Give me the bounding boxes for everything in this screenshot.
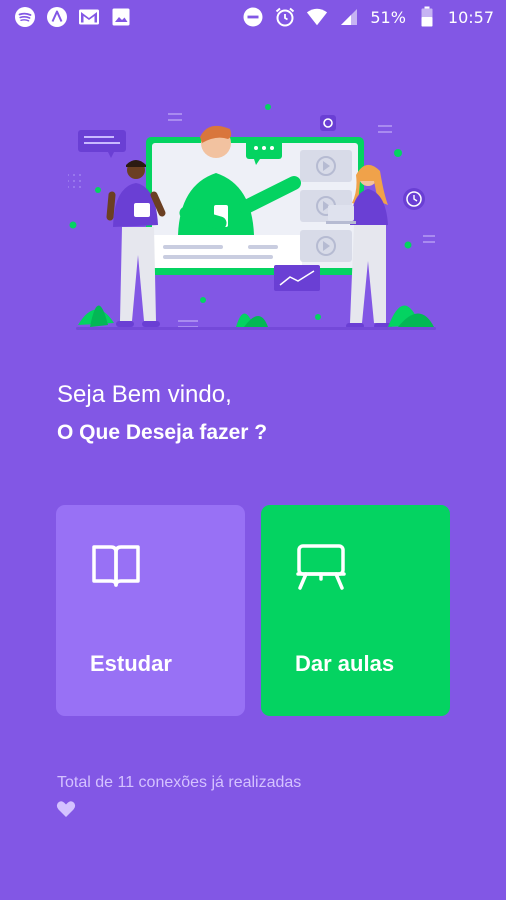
welcome-question: O Que Deseja fazer ?: [57, 421, 268, 444]
battery-icon: [416, 6, 438, 28]
alarm-icon: [274, 6, 296, 28]
image-icon: [110, 6, 132, 28]
wifi-icon: [306, 6, 328, 28]
navigation-app-icon: [46, 6, 68, 28]
status-bar: 51% 10:57: [0, 0, 506, 34]
teach-button[interactable]: Dar aulas: [261, 505, 450, 716]
online-class-illustration: [67, 95, 438, 345]
status-left: [14, 6, 132, 28]
cell-signal-icon: [338, 6, 360, 28]
spotify-icon: [14, 6, 36, 28]
do-not-disturb-icon: [242, 6, 264, 28]
connections-total: Total de 11 conexões já realizadas: [57, 774, 302, 791]
clock: 10:57: [447, 7, 494, 27]
study-button-label: Estudar: [90, 651, 172, 676]
status-right: 51% 10:57: [242, 6, 494, 28]
heart-icon: [56, 800, 76, 823]
presentation-board-icon: [296, 543, 348, 596]
battery-percent: 51%: [370, 7, 406, 27]
teach-button-label: Dar aulas: [295, 651, 395, 676]
gmail-icon: [78, 6, 100, 28]
study-button[interactable]: Estudar: [56, 505, 245, 716]
book-icon: [91, 543, 141, 594]
welcome-greeting: Seja Bem vindo,: [57, 381, 232, 408]
